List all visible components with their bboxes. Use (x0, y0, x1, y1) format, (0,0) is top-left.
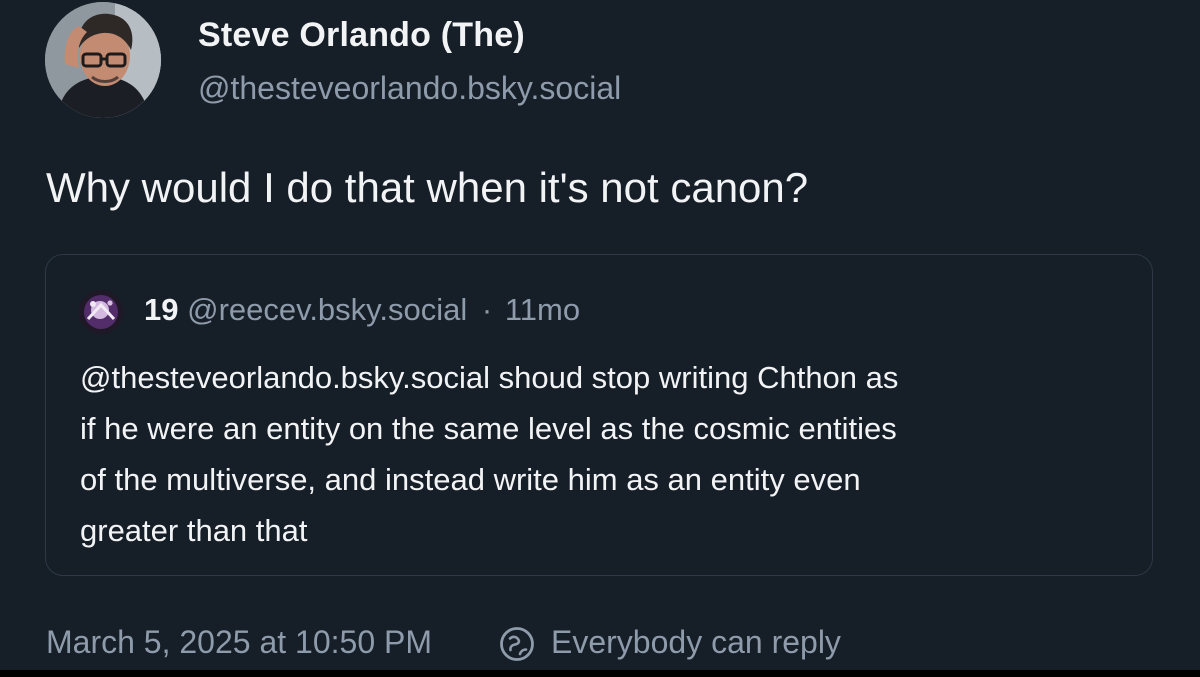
quoted-post-line: of the multiverse, and instead write him… (80, 462, 861, 497)
reply-setting[interactable]: Everybody can reply (551, 624, 841, 661)
quoted-post-line: greater than that (80, 513, 308, 548)
quoted-post-line: @thesteveorlando.bsky.social shoud stop … (80, 360, 899, 395)
quoted-post-line: if he were an entity on the same level a… (80, 411, 897, 446)
quoted-post-text: @thesteveorlando.bsky.social shoud stop … (80, 352, 1130, 556)
quoted-author-avatar[interactable] (79, 290, 123, 334)
bottom-border (0, 670, 1200, 677)
author-display-name[interactable]: Steve Orlando (The) (198, 16, 525, 55)
quoted-post-card[interactable]: 19 @reecev.bsky.social · 11mo @thesteveo… (45, 254, 1153, 576)
post-text: Why would I do that when it's not canon? (46, 164, 809, 211)
author-handle[interactable]: @thesteveorlando.bsky.social (198, 70, 621, 107)
quoted-post-age[interactable]: 11mo (505, 292, 580, 327)
header-separator: · (481, 292, 493, 327)
post-card: Steve Orlando (The) @thesteveorlando.bsk… (0, 0, 1200, 670)
quoted-author-handle[interactable]: @reecev.bsky.social (187, 292, 467, 327)
quoted-post-header: 19 @reecev.bsky.social · 11mo (144, 292, 580, 328)
dark-purple-avatar-icon (79, 290, 123, 334)
quoted-author-name[interactable]: 19 (144, 292, 178, 327)
post-timestamp[interactable]: March 5, 2025 at 10:50 PM (46, 624, 432, 661)
person-photo-avatar-icon (45, 2, 161, 118)
globe-reply-icon (500, 627, 534, 661)
author-avatar[interactable] (45, 2, 161, 118)
